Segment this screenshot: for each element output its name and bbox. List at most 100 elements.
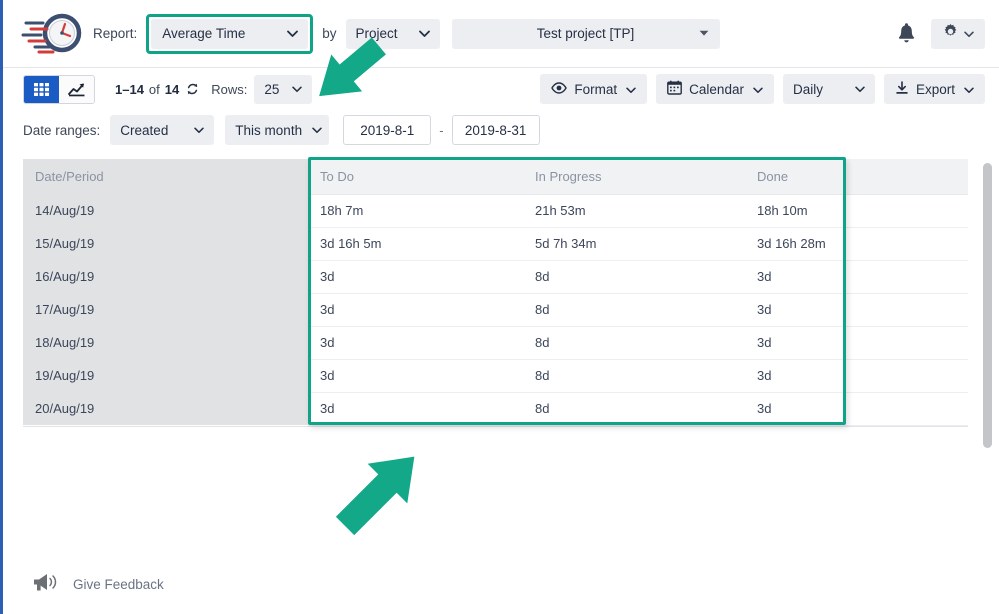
date-range-bar: Date ranges: Created This month 2019-8-1…	[3, 110, 999, 150]
cell-todo: 3d	[308, 260, 523, 294]
chevron-down-icon	[964, 82, 974, 97]
cell-todo: 3d	[308, 293, 523, 327]
group-by-dropdown[interactable]: Project	[345, 18, 440, 49]
give-feedback-button[interactable]: Give Feedback	[33, 572, 164, 597]
cell-done: 3d	[745, 260, 875, 294]
report-type-dropdown[interactable]: Average Time	[151, 18, 309, 49]
cell-extra	[875, 193, 968, 228]
table-row[interactable]: 19/Aug/19 3d 8d 3d	[23, 359, 968, 393]
chevron-down-icon	[964, 25, 974, 43]
start-date-input[interactable]: 2019-8-1	[343, 115, 432, 145]
megaphone-icon	[33, 572, 60, 597]
scrollbar-thumb[interactable]	[983, 163, 992, 448]
date-field-value: Created	[120, 122, 169, 138]
cell-date: 14/Aug/19	[23, 194, 308, 227]
cell-extra	[875, 293, 968, 327]
cell-todo: 18h 7m	[308, 193, 523, 228]
cell-extra	[875, 260, 968, 294]
end-date-input[interactable]: 2019-8-31	[451, 115, 540, 145]
record-total: 14	[164, 81, 180, 97]
column-header-date[interactable]: Date/Period	[23, 159, 308, 194]
vertical-scrollbar[interactable]	[983, 163, 992, 448]
cell-todo: 3d	[308, 392, 523, 426]
refresh-icon[interactable]	[186, 82, 199, 96]
cell-done: 3d	[745, 293, 875, 327]
view-mode-toggle-group	[23, 74, 95, 104]
report-table: Date/Period To Do In Progress Done 14/Au…	[23, 159, 968, 426]
settings-button[interactable]	[931, 18, 985, 49]
date-period-dropdown[interactable]: This month	[225, 115, 330, 145]
table-row[interactable]: 17/Aug/19 3d 8d 3d	[23, 293, 968, 327]
app-footer: Give Feedback	[3, 554, 999, 614]
cell-done: 3d	[745, 359, 875, 393]
calendar-button[interactable]: Calendar	[656, 74, 774, 104]
table-row[interactable]: 14/Aug/19 18h 7m 21h 53m 18h 10m	[23, 193, 968, 228]
cell-in-progress: 21h 53m	[523, 193, 745, 228]
rows-per-page-dropdown[interactable]: 25	[254, 74, 313, 104]
calendar-icon	[667, 80, 683, 98]
table-bottom-divider	[23, 425, 968, 427]
cell-in-progress: 8d	[523, 293, 745, 327]
column-header-done[interactable]: Done	[745, 159, 875, 195]
cell-in-progress: 8d	[523, 326, 745, 360]
record-of-label: of	[148, 81, 160, 97]
chevron-down-icon	[292, 86, 303, 93]
cell-date: 15/Aug/19	[23, 227, 308, 260]
table-row[interactable]: 20/Aug/19 3d 8d 3d	[23, 392, 968, 426]
date-separator: -	[439, 122, 444, 138]
average-time-dropdown-highlight: Average Time	[146, 13, 314, 54]
project-dropdown[interactable]: Test project [TP]	[451, 18, 720, 49]
rows-label: Rows:	[211, 81, 248, 97]
report-table-container: Date/Period To Do In Progress Done 14/Au…	[23, 157, 968, 427]
cell-done: 3d 16h 28m	[745, 227, 875, 261]
format-button[interactable]: Format	[540, 74, 648, 104]
header-actions	[893, 18, 985, 49]
report-app-window: Report: Average Time by Project Test pro…	[0, 0, 999, 614]
cell-extra	[875, 326, 968, 360]
period-value: Daily	[792, 81, 823, 97]
grid-view-icon[interactable]	[24, 75, 59, 103]
export-button[interactable]: Export	[883, 74, 985, 104]
table-row[interactable]: 15/Aug/19 3d 16h 5m 5d 7h 34m 3d 16h 28m	[23, 227, 968, 261]
chevron-down-icon	[194, 127, 205, 134]
app-header: Report: Average Time by Project Test pro…	[3, 0, 999, 68]
format-label: Format	[574, 81, 618, 97]
cell-in-progress: 5d 7h 34m	[523, 227, 745, 261]
cell-extra	[875, 392, 968, 426]
date-field-dropdown[interactable]: Created	[110, 115, 215, 145]
cell-extra	[875, 227, 968, 261]
period-dropdown[interactable]: Daily	[782, 74, 875, 104]
export-label: Export	[915, 81, 955, 97]
eye-icon	[551, 81, 568, 97]
date-period-value: This month	[235, 122, 303, 138]
cell-todo: 3d 16h 5m	[308, 227, 523, 261]
table-row[interactable]: 16/Aug/19 3d 8d 3d	[23, 260, 968, 294]
table-body: 14/Aug/19 18h 7m 21h 53m 18h 10m 15/Aug/…	[23, 193, 968, 426]
chevron-down-icon	[753, 82, 763, 97]
chevron-down-icon	[699, 30, 709, 37]
cell-in-progress: 8d	[523, 392, 745, 426]
by-label: by	[322, 26, 337, 41]
cell-date: 18/Aug/19	[23, 326, 308, 359]
group-by-value: Project	[355, 26, 398, 41]
notification-bell-icon[interactable]	[893, 20, 919, 48]
table-row[interactable]: 18/Aug/19 3d 8d 3d	[23, 326, 968, 360]
cell-todo: 3d	[308, 359, 523, 393]
cell-date: 17/Aug/19	[23, 293, 308, 326]
cell-date: 19/Aug/19	[23, 359, 308, 392]
toolbar-actions: Format Calendar Daily Export	[540, 74, 985, 104]
chart-view-icon[interactable]	[59, 75, 94, 103]
chevron-down-icon	[626, 82, 636, 97]
record-range: 1–14	[115, 81, 144, 97]
calendar-label: Calendar	[689, 81, 744, 97]
date-ranges-label: Date ranges:	[23, 122, 101, 138]
report-type-value: Average Time	[162, 26, 246, 41]
column-header-todo[interactable]: To Do	[308, 159, 523, 195]
cell-done: 3d	[745, 392, 875, 426]
cell-todo: 3d	[308, 326, 523, 360]
column-header-extra	[875, 159, 968, 195]
arrow-pointing-to-table-columns	[319, 436, 439, 553]
project-value: Test project [TP]	[536, 26, 635, 41]
column-header-in-progress[interactable]: In Progress	[523, 159, 745, 195]
cell-done: 3d	[745, 326, 875, 360]
